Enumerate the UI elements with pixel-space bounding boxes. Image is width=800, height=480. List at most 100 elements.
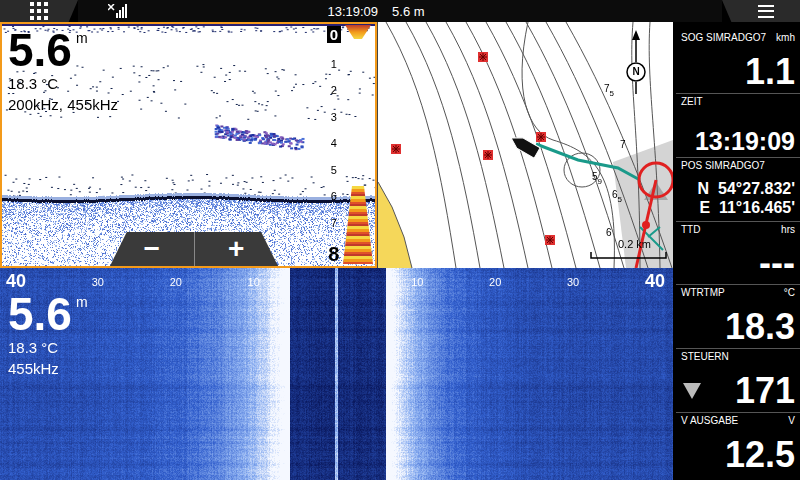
chart-map	[378, 22, 673, 268]
depth-contour	[632, 22, 640, 268]
status-readout: 13:19:095.6 m	[130, 4, 722, 19]
range-tick: 30	[567, 276, 579, 288]
grid-dot	[37, 2, 41, 6]
field-value: ---	[681, 245, 795, 281]
depth-line: 5.6m	[8, 290, 88, 338]
grid-dot	[30, 16, 34, 20]
menu-bar	[758, 10, 774, 12]
zoom-controls: −+	[110, 232, 278, 266]
depth-scale: 012345678	[327, 24, 341, 266]
marker-box	[391, 144, 401, 154]
sidescan-readout: 5.6m18.3 °C455kHz	[8, 290, 88, 379]
coast-line	[378, 182, 412, 268]
grid-dot	[30, 9, 34, 13]
range-tick: 20	[170, 276, 182, 288]
marker-box	[545, 235, 555, 245]
field-header: STEUERN	[681, 351, 795, 362]
heading-row: 171	[681, 373, 795, 409]
field-value: 18.3	[681, 309, 795, 345]
frequency: 200kHz, 455kHz	[8, 95, 118, 115]
field-header: SOG SIMRADGO7kmh	[681, 32, 795, 43]
marker-star	[484, 151, 492, 159]
menu-button[interactable]	[722, 0, 800, 22]
grid-dot	[30, 2, 34, 6]
menu-bar	[758, 16, 774, 18]
water-temp: 18.3 °C	[8, 338, 88, 358]
scale-label: 8	[328, 243, 339, 266]
depth-sounding: 65	[612, 190, 622, 200]
field-header: WTRTMP °C	[681, 287, 795, 298]
data-field[interactable]: V AUSGABEV 12.5	[676, 413, 800, 476]
signal-bar	[122, 7, 124, 18]
scale-label: 2	[331, 84, 337, 96]
marker-star	[546, 236, 554, 244]
apps-button[interactable]	[0, 0, 78, 22]
scale-label: 6	[331, 190, 337, 202]
depth-contour	[566, 22, 672, 268]
heading-arrow-icon	[681, 381, 703, 401]
depth-text: 5.6 m	[392, 4, 425, 19]
field-label: WTRTMP	[681, 287, 725, 298]
frequency: 455kHz	[8, 359, 88, 379]
depth-contour	[486, 22, 576, 268]
data-field[interactable]: STEUERN 171	[676, 349, 800, 413]
sonar-panel[interactable]: 5.6m18.3 °C200kHz, 455kHz012345678−+	[0, 22, 377, 268]
range-tick: 20	[489, 276, 501, 288]
field-value: N 54°27.832'	[681, 179, 795, 198]
chart-panel[interactable]: N757596560.2 km	[378, 22, 673, 268]
range-tick: 30	[92, 276, 104, 288]
depth-sounding: 6	[606, 228, 612, 238]
sidescan-panel[interactable]: 40302010102030405.6m18.3 °C455kHz	[0, 268, 673, 480]
field-header: ZEIT	[681, 96, 795, 107]
field-unit: kmh	[776, 32, 795, 43]
data-field[interactable]: WTRTMP °C 18.3	[676, 285, 800, 349]
vessel-icon	[508, 133, 540, 158]
scale-label: 5	[331, 164, 337, 176]
scale-label: 7	[331, 217, 337, 229]
sidescan-image	[0, 268, 673, 480]
field-unit: hrs	[781, 224, 795, 235]
data-field[interactable]: SOG SIMRADGO7kmh1.1	[676, 30, 800, 94]
hazard-marker-icon	[545, 235, 555, 245]
scale-bar	[591, 252, 666, 258]
field-value: E 11°16.465'	[681, 198, 795, 217]
north-arrow-icon	[632, 30, 640, 40]
scale-label: 3	[331, 111, 337, 123]
hazard-marker-icon	[391, 144, 401, 154]
field-unit: °C	[784, 287, 795, 298]
route-point	[642, 221, 650, 229]
panel-row: 5.6m18.3 °C200kHz, 455kHz012345678−+N757…	[0, 22, 673, 268]
data-field[interactable]: ZEIT13:19:09	[676, 94, 800, 158]
grid-dot	[37, 16, 41, 20]
depth-sounding: 59	[592, 172, 602, 182]
north-label: N	[628, 66, 644, 77]
depth-sounding: 7	[620, 140, 626, 150]
panels: 5.6m18.3 °C200kHz, 455kHz012345678−+N757…	[0, 22, 673, 480]
marker-box	[478, 52, 488, 62]
hazard-marker-icon	[536, 132, 546, 142]
sounding-value: 6	[612, 189, 618, 200]
grid-dot	[44, 9, 48, 13]
grid-icon	[30, 2, 48, 20]
field-value: 12.5	[681, 437, 795, 473]
data-field[interactable]: POS SIMRADGO7 N 54°27.832'E 11°16.465'	[676, 158, 800, 222]
sounding-value: 7	[604, 83, 610, 94]
menu-bar	[758, 5, 774, 7]
depth-value: 5.6	[8, 290, 72, 338]
data-sidebar: SOG SIMRADGO7kmh1.1ZEIT13:19:09POS SIMRA…	[673, 22, 800, 480]
depth-unit: m	[76, 30, 88, 46]
marker-star	[479, 53, 487, 61]
field-label: V AUSGABE	[681, 415, 738, 426]
signal-icon	[108, 4, 130, 18]
signal-bar	[116, 13, 118, 18]
marker-box	[483, 150, 493, 160]
vessel-hull	[508, 133, 540, 158]
data-field[interactable]: TTDhrs ---	[676, 222, 800, 286]
status-strip: 13:19:095.6 m	[78, 0, 722, 22]
range-tick: 10	[248, 276, 260, 288]
field-label: POS SIMRADGO7	[681, 160, 765, 171]
signal-bar	[125, 4, 127, 18]
field-header: TTDhrs	[681, 224, 795, 235]
field-header: V AUSGABEV	[681, 415, 795, 426]
depth-contour	[386, 22, 456, 268]
